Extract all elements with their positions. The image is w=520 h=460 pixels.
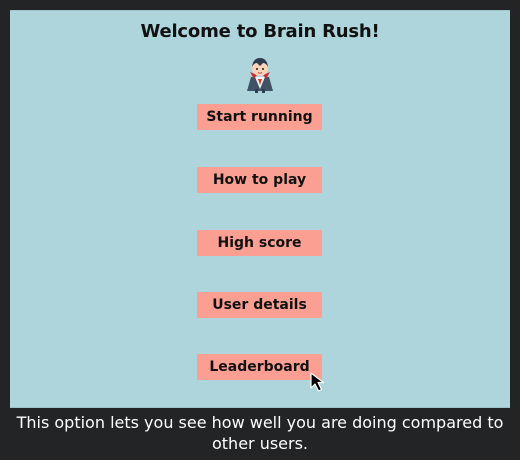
user-details-button[interactable]: User details (197, 292, 322, 318)
leaderboard-button[interactable]: Leaderboard (197, 354, 322, 380)
how-to-play-button[interactable]: How to play (197, 167, 322, 193)
vampire-icon (247, 58, 273, 93)
caption-text: This option lets you see how well you ar… (16, 413, 504, 453)
mouse-pointer-icon (310, 372, 325, 392)
high-score-button[interactable]: High score (197, 230, 322, 256)
game-panel: Welcome to Brain Rush! Start running How… (10, 10, 510, 408)
page-title: Welcome to Brain Rush! (140, 21, 380, 42)
start-running-button[interactable]: Start running (197, 104, 322, 130)
app-frame: Welcome to Brain Rush! Start running How… (0, 0, 520, 460)
